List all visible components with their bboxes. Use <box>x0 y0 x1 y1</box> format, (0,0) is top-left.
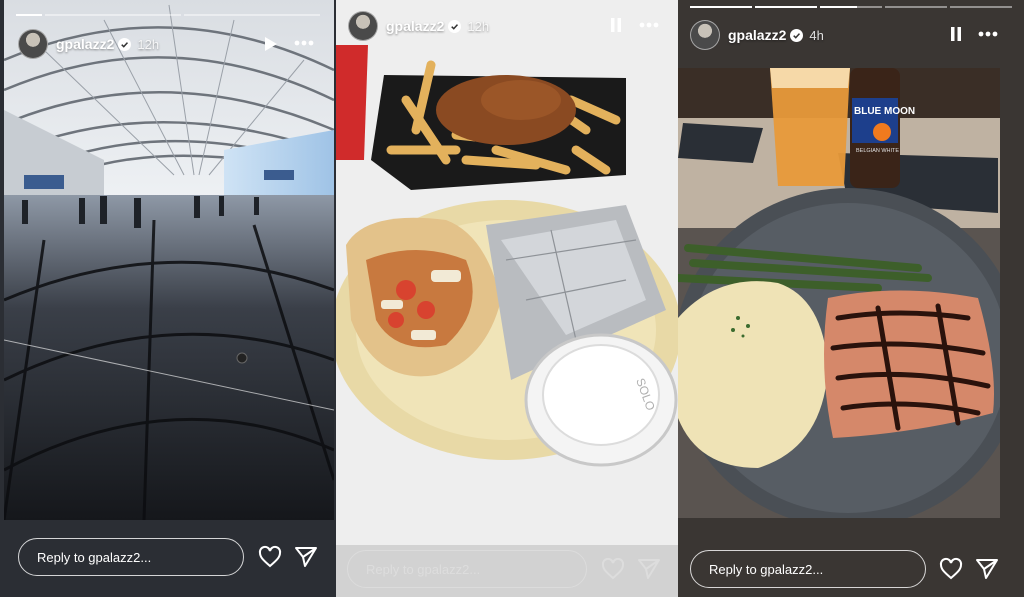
reply-input[interactable]: Reply to gpalazz2... <box>18 538 244 576</box>
footer-bar <box>336 545 678 597</box>
more-options-icon[interactable] <box>294 40 314 46</box>
progress-segment <box>44 14 181 16</box>
story-gyro-fries[interactable]: SOLO gpalazz2 12h Reply to gpalazz2... <box>336 0 678 597</box>
story-image-salmon: BLUE MOON BELGIAN WHITE <box>678 68 1000 518</box>
progress-segment <box>820 6 882 8</box>
more-options-icon[interactable] <box>978 31 998 37</box>
progress-segment <box>885 6 947 8</box>
username[interactable]: gpalazz2 <box>386 18 444 34</box>
avatar[interactable] <box>690 20 720 50</box>
verified-badge-icon <box>448 19 462 33</box>
beer-sublabel: BELGIAN WHITE <box>856 148 899 154</box>
more-options-icon[interactable] <box>639 22 659 28</box>
avatar[interactable] <box>18 29 48 59</box>
beer-label: BLUE MOON <box>854 106 915 117</box>
send-icon[interactable] <box>294 545 318 569</box>
username[interactable]: gpalazz2 <box>56 36 114 52</box>
heart-icon[interactable] <box>258 545 282 569</box>
progress-segment <box>755 6 817 8</box>
progress-segment <box>690 6 752 8</box>
story-header: gpalazz2 4h <box>690 20 824 50</box>
verified-badge-icon <box>118 37 132 51</box>
story-salmon-dinner[interactable]: BLUE MOON BELGIAN WHITE gpalazz2 4h Repl… <box>678 0 1024 597</box>
story-header: gpalazz2 12h <box>348 11 489 41</box>
pause-icon[interactable] <box>950 26 962 42</box>
story-image-airport <box>4 0 334 520</box>
progress-segment <box>950 6 1012 8</box>
reply-input[interactable]: Reply to gpalazz2... <box>690 550 926 588</box>
story-airport[interactable]: gpalazz2 12h Reply to gpalazz2... <box>0 0 336 597</box>
story-image-gyro: SOLO <box>336 0 678 545</box>
story-progress-bar <box>690 6 1012 8</box>
story-timestamp: 12h <box>137 36 160 52</box>
avatar[interactable] <box>348 11 378 41</box>
story-timestamp: 4h <box>809 27 824 43</box>
username[interactable]: gpalazz2 <box>728 27 786 43</box>
story-header: gpalazz2 12h <box>18 29 159 59</box>
story-timestamp: 12h <box>467 18 490 34</box>
heart-icon[interactable] <box>939 557 963 581</box>
verified-badge-icon <box>790 28 804 42</box>
progress-segment <box>183 14 321 16</box>
send-icon[interactable] <box>975 557 999 581</box>
progress-segment <box>16 14 42 16</box>
pause-icon[interactable] <box>610 17 622 33</box>
story-progress-bar <box>16 14 321 16</box>
play-icon[interactable] <box>264 36 278 52</box>
